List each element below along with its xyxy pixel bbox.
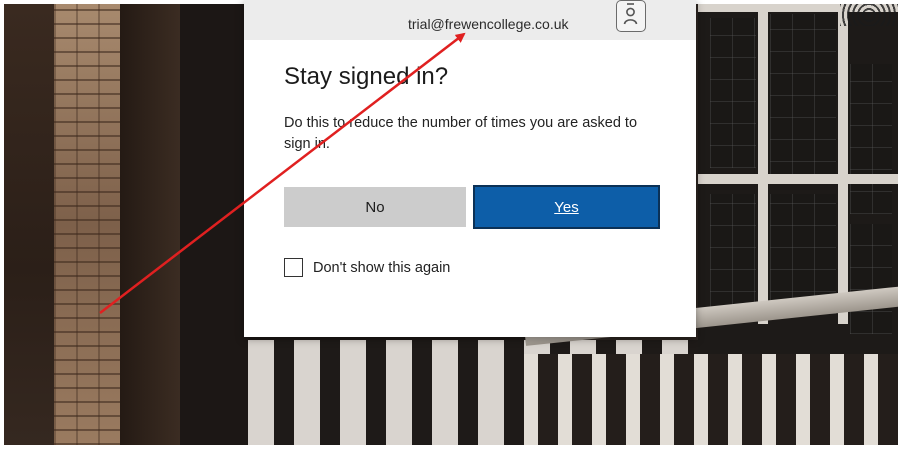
stay-signed-in-dialog: trial@frewencollege.co.uk Stay signed in… xyxy=(244,0,696,337)
no-button[interactable]: No xyxy=(284,187,466,227)
yes-button[interactable]: Yes xyxy=(473,185,660,229)
dont-show-again-label: Don't show this again xyxy=(313,259,451,276)
badge-person-icon xyxy=(616,0,646,32)
dialog-description: Do this to reduce the number of times yo… xyxy=(284,115,638,152)
account-bar: trial@frewencollege.co.uk xyxy=(244,0,696,40)
bottom-border xyxy=(0,445,903,450)
dialog-title: Stay signed in? xyxy=(284,63,449,90)
background-shadow xyxy=(120,4,180,445)
background-brick-column xyxy=(54,4,120,445)
screenshot-frame: trial@frewencollege.co.uk Stay signed in… xyxy=(0,0,903,450)
background-ornament xyxy=(840,4,898,26)
account-email: trial@frewencollege.co.uk xyxy=(408,16,569,32)
dont-show-again-checkbox[interactable] xyxy=(284,258,303,277)
dont-show-again-option[interactable]: Don't show this again xyxy=(284,258,450,277)
background-lower-rails xyxy=(524,354,898,445)
